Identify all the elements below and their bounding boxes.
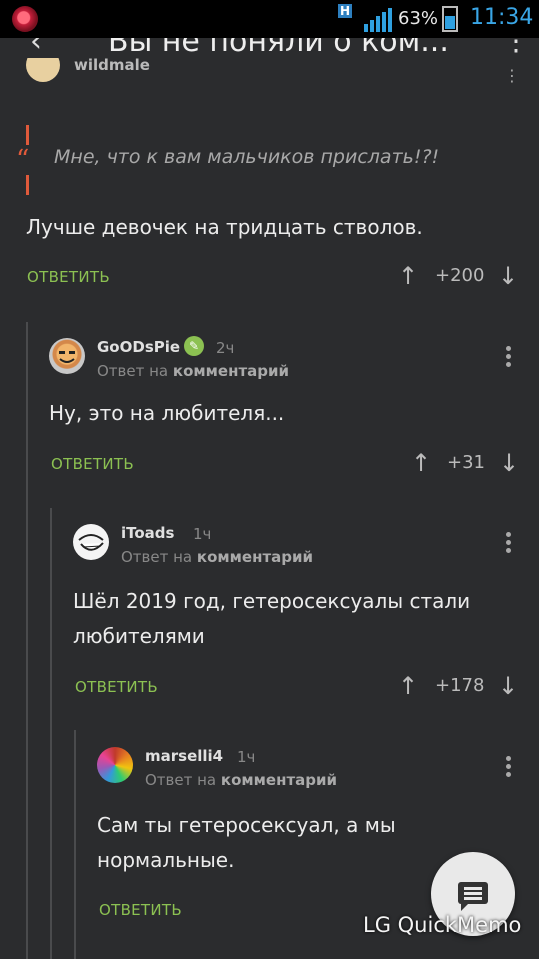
status-bar: H 63% 11:34 xyxy=(0,0,539,38)
overflow-menu-icon[interactable]: ⋮ xyxy=(502,38,530,57)
comment-author[interactable]: iToads xyxy=(121,524,174,542)
previous-comment-header: wildmale ⋮ xyxy=(0,58,539,88)
app-toolbar: ‹ Вы не поняли о ком... ⋮ xyxy=(0,38,539,58)
vote-count: +178 xyxy=(435,675,485,696)
network-type-icon: H xyxy=(338,4,353,18)
avatar[interactable] xyxy=(73,524,109,560)
comment-author[interactable]: GoODsPie xyxy=(97,338,180,356)
reply-to-prefix: Ответ на xyxy=(97,362,169,380)
reply-to-link[interactable]: комментарий xyxy=(173,362,289,380)
kebab-menu-icon[interactable]: ⋮ xyxy=(504,66,520,85)
back-arrow-icon[interactable]: ‹ xyxy=(30,38,42,58)
watermark: LG QuickMemo xyxy=(363,913,522,937)
pencil-badge-icon: ✎ xyxy=(184,336,204,356)
comment-text: Ну, это на любителя... xyxy=(49,401,285,425)
kebab-menu-icon[interactable] xyxy=(506,346,512,370)
comment-text: Лучше девочек на тридцать стволов. xyxy=(26,215,423,239)
comment-text: Сам ты гетеросексуал, а мы xyxy=(97,813,396,837)
avatar[interactable] xyxy=(97,747,133,783)
vote-count: +200 xyxy=(435,265,485,286)
battery-icon xyxy=(442,6,458,32)
vote-count: +31 xyxy=(447,452,485,473)
vote-controls: ↑ +31 ↓ xyxy=(411,449,521,479)
comment-time: 1ч xyxy=(237,748,256,766)
comment-text: нормальные. xyxy=(97,848,235,872)
arrow-down-icon[interactable]: ↓ xyxy=(499,449,519,477)
comment-author[interactable]: wildmale xyxy=(74,58,150,74)
avatar[interactable] xyxy=(26,58,60,82)
clock: 11:34 xyxy=(470,5,534,30)
page-title: Вы не поняли о ком... xyxy=(108,38,449,58)
memo-icon xyxy=(458,882,488,911)
reply-button[interactable]: ОТВЕТИТЬ xyxy=(51,455,134,473)
vote-controls: ↑ +200 ↓ xyxy=(398,262,520,292)
comment-time: 2ч xyxy=(216,339,235,357)
arrow-down-icon[interactable]: ↓ xyxy=(498,672,518,700)
reply-to-link[interactable]: комментарий xyxy=(197,548,313,566)
arrow-down-icon[interactable]: ↓ xyxy=(498,262,518,290)
reply-to-link[interactable]: комментарий xyxy=(221,771,337,789)
reply-to-prefix: Ответ на xyxy=(145,771,217,789)
comment-text: любителями xyxy=(73,624,205,648)
app-notification-icon xyxy=(12,6,38,32)
thread-line xyxy=(26,322,28,959)
kebab-menu-icon[interactable] xyxy=(506,532,512,556)
reply-to[interactable]: Ответ на комментарий xyxy=(121,548,313,566)
reply-button[interactable]: ОТВЕТИТЬ xyxy=(75,678,158,696)
quoted-text: Мне, что к вам мальчиков прислать!?! xyxy=(54,146,440,168)
signal-strength-icon xyxy=(364,8,392,32)
thread-line xyxy=(74,730,76,959)
battery-percent: 63% xyxy=(398,8,439,29)
comment-author[interactable]: marselli4 xyxy=(145,747,223,765)
comment-text: Шёл 2019 год, гетеросексуалы стали xyxy=(73,589,471,613)
reply-to[interactable]: Ответ на комментарий xyxy=(145,771,337,789)
reply-button[interactable]: ОТВЕТИТЬ xyxy=(99,901,182,919)
thread-line xyxy=(50,508,52,959)
arrow-up-icon[interactable]: ↑ xyxy=(398,672,418,700)
arrow-up-icon[interactable]: ↑ xyxy=(411,449,431,477)
arrow-up-icon[interactable]: ↑ xyxy=(398,262,418,290)
comment-time: 1ч xyxy=(193,525,212,543)
avatar[interactable] xyxy=(49,338,85,374)
vote-controls: ↑ +178 ↓ xyxy=(398,672,520,702)
reply-button[interactable]: ОТВЕТИТЬ xyxy=(27,268,110,286)
reply-to[interactable]: Ответ на комментарий xyxy=(97,362,289,380)
kebab-menu-icon[interactable] xyxy=(506,756,512,780)
quote-icon: “ xyxy=(16,145,30,175)
reply-to-prefix: Ответ на xyxy=(121,548,193,566)
